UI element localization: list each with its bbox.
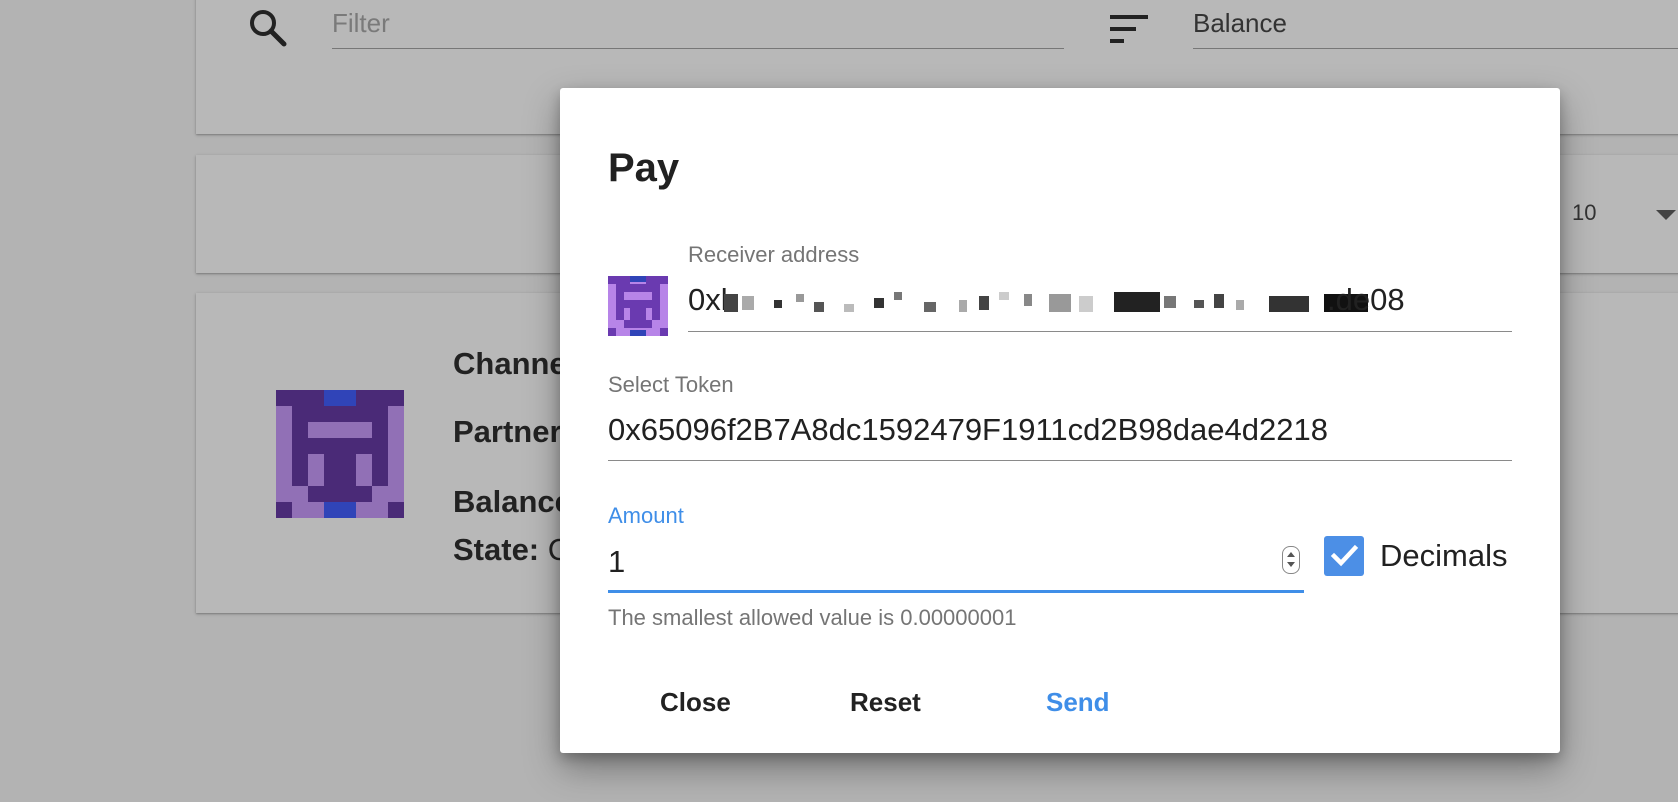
- checkmark-icon: [1330, 544, 1359, 567]
- dialog-title: Pay: [608, 146, 680, 190]
- select-token-underline: [608, 460, 1512, 461]
- select-token-value: 0x65096f2B7A8dc1592479F1911cd2B98dae4d22…: [608, 412, 1328, 447]
- balance-label: Balance: [453, 484, 572, 519]
- receiver-address-suffix: .de08: [1327, 282, 1405, 317]
- state-label: State: C: [453, 532, 570, 568]
- amount-value: 1: [608, 544, 626, 579]
- amount-stepper-icon[interactable]: [1282, 546, 1300, 574]
- search-icon: [250, 10, 287, 47]
- amount-hint: The smallest allowed value is 0.00000001: [608, 605, 1017, 630]
- channel-label: Channe: [453, 346, 567, 381]
- filter-input[interactable]: Filter: [332, 6, 1064, 49]
- decimals-label[interactable]: Decimals: [1380, 538, 1507, 574]
- receiver-address-label: Receiver address: [688, 242, 860, 267]
- page-size-value: 10: [1572, 200, 1597, 225]
- partner-label: Partner: [453, 414, 562, 449]
- reset-button[interactable]: Reset: [834, 680, 937, 724]
- receiver-identicon: [608, 276, 668, 336]
- decimals-checkbox[interactable]: [1324, 536, 1364, 576]
- amount-label: Amount: [608, 503, 684, 528]
- channel-identicon: [276, 390, 404, 518]
- close-button[interactable]: Close: [644, 680, 747, 724]
- state-key: State:: [453, 532, 540, 567]
- receiver-address-underline: [688, 331, 1512, 332]
- filter-placeholder: Filter: [332, 8, 390, 38]
- select-token-label: Select Token: [608, 372, 734, 397]
- redacted-address-segment: [724, 284, 1372, 320]
- send-button[interactable]: Send: [1030, 680, 1126, 724]
- pay-dialog: Pay Receiver address 0xl .de08 Select To…: [560, 88, 1560, 753]
- page-size-select[interactable]: 10: [1572, 198, 1678, 234]
- receiver-address-prefix: 0xl: [688, 282, 728, 317]
- amount-underline: [608, 590, 1304, 593]
- chevron-down-icon: [1656, 210, 1676, 220]
- sort-value: Balance: [1193, 8, 1287, 38]
- sort-select[interactable]: Balance: [1193, 6, 1678, 49]
- sort-icon[interactable]: [1108, 12, 1150, 46]
